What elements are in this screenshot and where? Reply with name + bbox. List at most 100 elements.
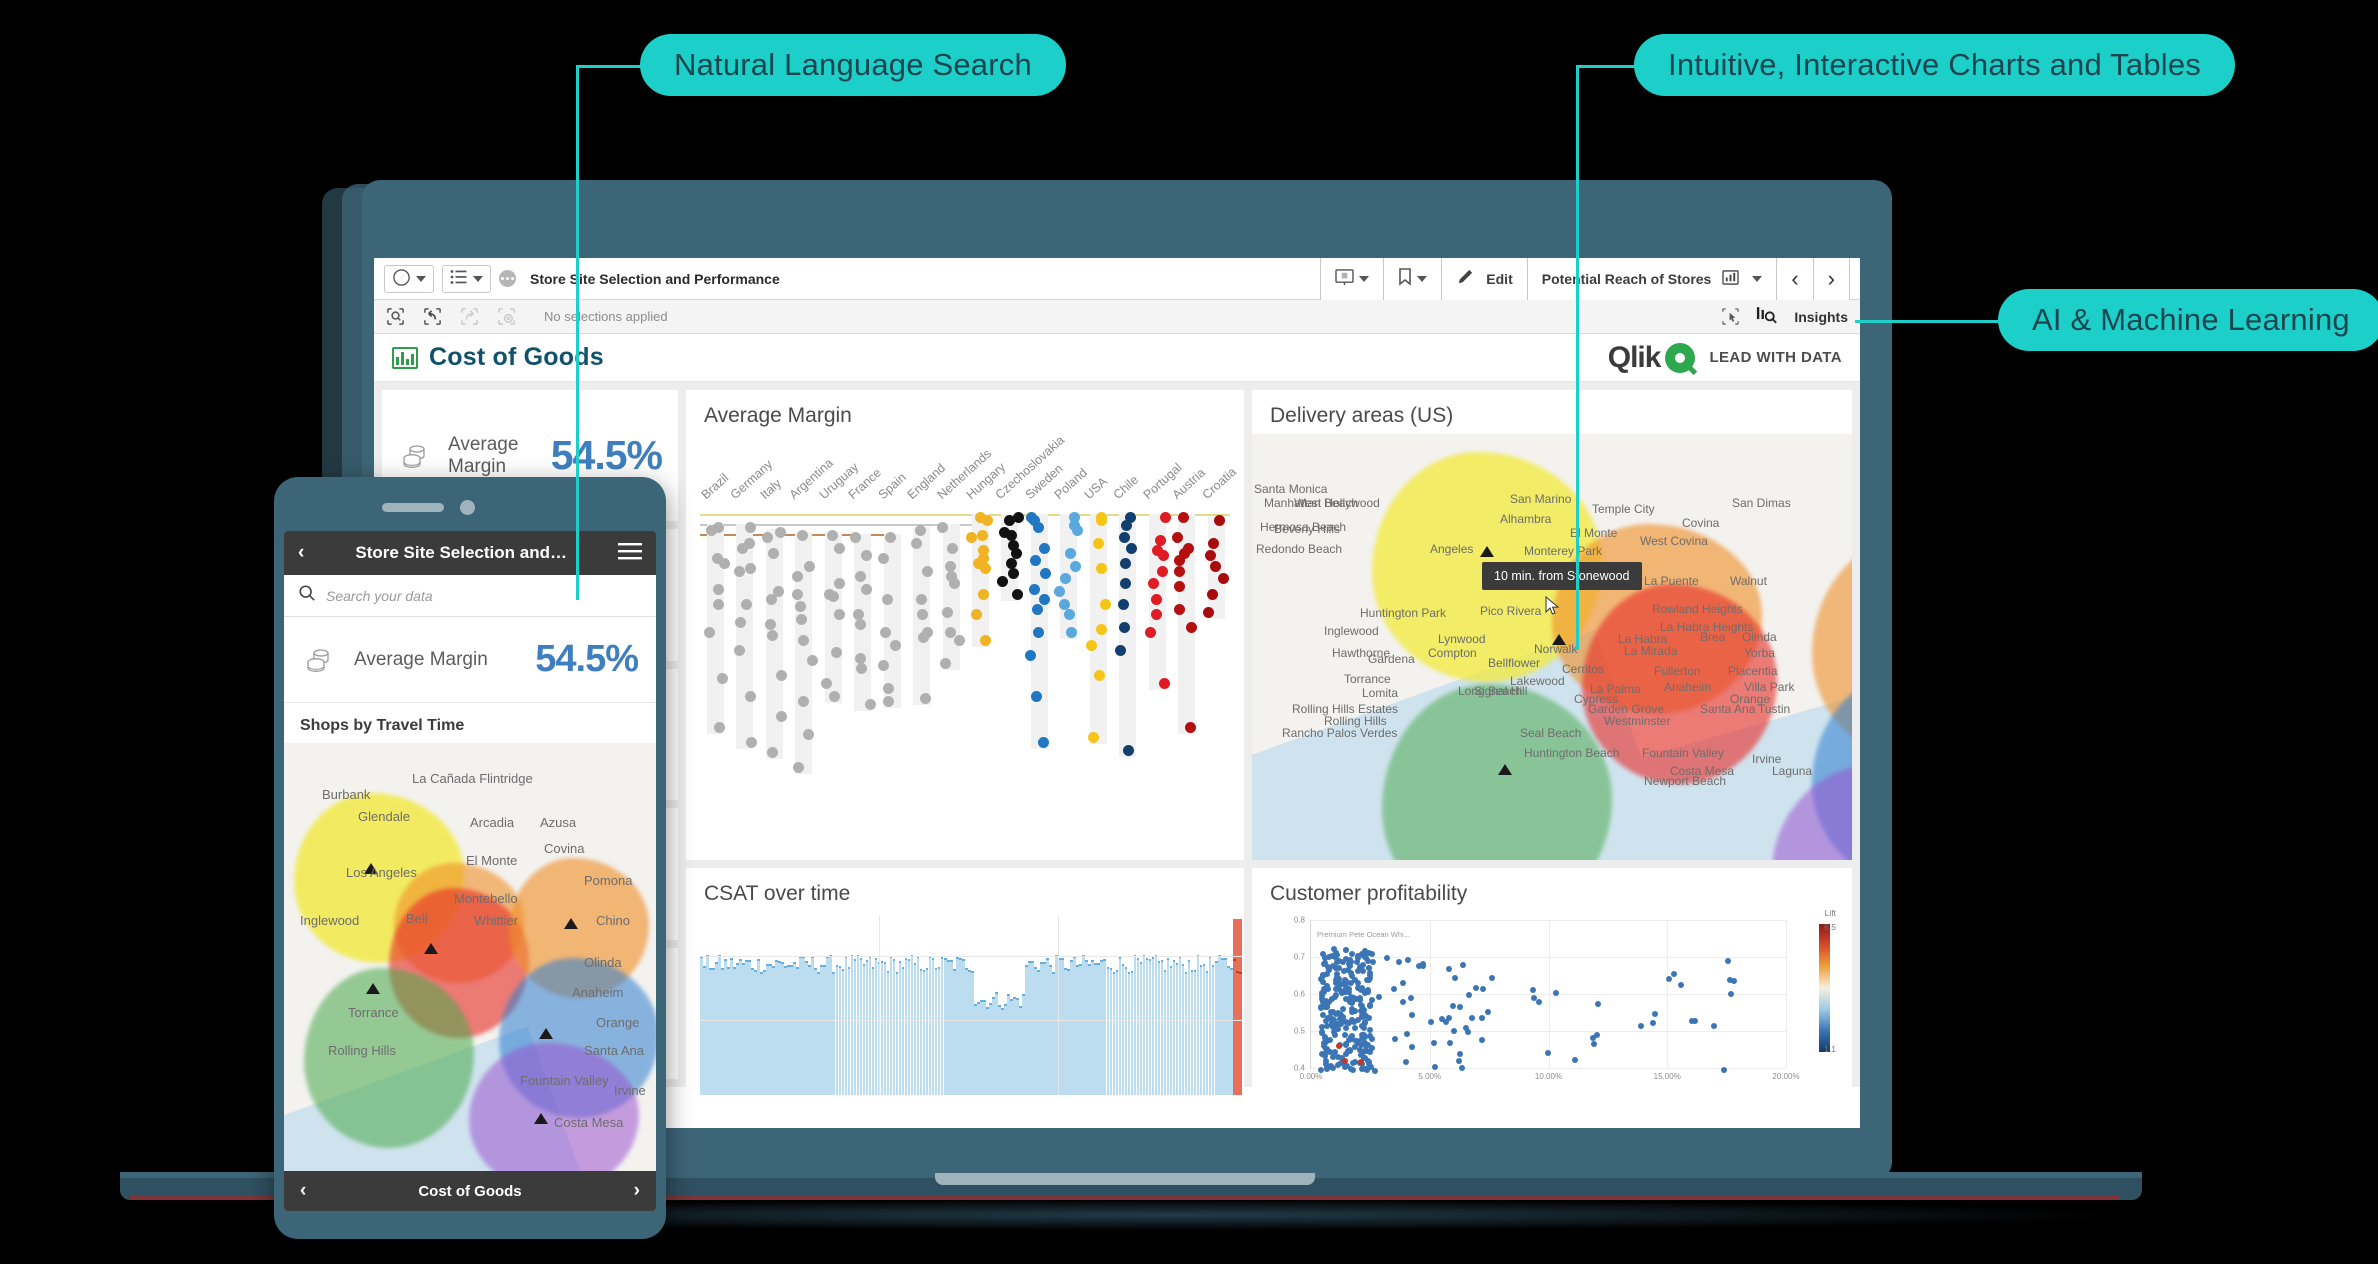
data-point[interactable] (1320, 971, 1327, 978)
data-point[interactable] (1160, 512, 1172, 523)
data-point[interactable] (953, 634, 965, 646)
store-pin[interactable] (366, 983, 380, 994)
data-point[interactable] (1329, 1020, 1336, 1027)
data-point[interactable] (1366, 1001, 1373, 1008)
data-point[interactable] (833, 578, 845, 590)
data-point[interactable] (889, 639, 901, 651)
data-point[interactable] (1488, 974, 1495, 981)
data-point[interactable] (1318, 1005, 1325, 1012)
prev-sheet-button[interactable]: ‹ (1777, 258, 1814, 300)
data-point[interactable] (1207, 588, 1219, 600)
phone-kpi-card[interactable]: Average Margin 54.5% (284, 617, 656, 703)
data-point[interactable] (996, 575, 1008, 587)
data-point[interactable] (1100, 598, 1112, 610)
store-pin[interactable] (1480, 546, 1494, 557)
data-point[interactable] (1404, 956, 1411, 963)
data-point[interactable] (882, 683, 894, 695)
data-point[interactable] (1119, 558, 1131, 569)
data-point[interactable] (1184, 721, 1196, 733)
data-point[interactable] (1710, 1022, 1717, 1029)
bookmark-button[interactable] (1384, 258, 1443, 300)
data-point[interactable] (1590, 1040, 1597, 1047)
next-sheet-button[interactable]: › (1813, 258, 1850, 300)
data-point[interactable] (1326, 953, 1333, 960)
data-point[interactable] (1218, 573, 1230, 585)
data-point[interactable] (1451, 975, 1458, 982)
data-point[interactable] (1349, 950, 1356, 957)
store-pin[interactable] (424, 943, 438, 954)
data-point[interactable] (1121, 519, 1133, 531)
data-point[interactable] (1346, 1048, 1353, 1055)
data-point[interactable] (1460, 961, 1467, 968)
data-point[interactable] (1117, 598, 1129, 610)
store-pin[interactable] (539, 1028, 553, 1039)
data-point[interactable] (1004, 514, 1016, 526)
data-point[interactable] (713, 721, 725, 733)
present-button[interactable] (1320, 258, 1385, 300)
data-point[interactable] (878, 552, 890, 564)
data-point[interactable] (1086, 639, 1098, 651)
data-point[interactable] (1157, 565, 1169, 577)
data-point[interactable] (1157, 550, 1169, 562)
data-point[interactable] (744, 690, 756, 702)
data-point[interactable] (1465, 991, 1472, 998)
data-point[interactable] (1391, 1035, 1398, 1042)
data-point[interactable] (1384, 955, 1391, 962)
data-point[interactable] (1339, 1005, 1346, 1012)
data-point[interactable] (713, 583, 725, 595)
insights-icon[interactable] (1756, 305, 1778, 329)
data-point[interactable] (775, 527, 787, 539)
data-point[interactable] (1361, 1031, 1368, 1038)
data-point[interactable] (1037, 736, 1049, 748)
data-point[interactable] (1092, 537, 1104, 549)
chevron-right-icon[interactable]: › (634, 1180, 640, 1202)
data-point[interactable] (946, 542, 958, 554)
data-point[interactable] (1469, 1015, 1476, 1022)
data-point[interactable] (1210, 560, 1222, 572)
data-point[interactable] (911, 537, 923, 549)
data-point[interactable] (1473, 985, 1480, 992)
data-point[interactable] (1330, 1054, 1337, 1061)
data-point[interactable] (1671, 970, 1678, 977)
data-point[interactable] (775, 711, 787, 723)
data-point[interactable] (1376, 994, 1383, 1001)
step-forward-icon[interactable] (460, 307, 479, 326)
data-point[interactable] (1572, 1056, 1579, 1063)
data-point[interactable] (1336, 1043, 1343, 1050)
data-point[interactable] (1530, 987, 1537, 994)
data-point[interactable] (1725, 958, 1732, 965)
data-point[interactable] (1449, 1002, 1456, 1009)
data-point[interactable] (1325, 998, 1332, 1005)
data-point[interactable] (1318, 989, 1325, 996)
data-point[interactable] (1431, 1064, 1438, 1071)
data-point[interactable] (865, 698, 877, 710)
data-point[interactable] (1025, 650, 1037, 662)
data-point[interactable] (1390, 986, 1397, 993)
data-point[interactable] (1479, 1036, 1486, 1043)
data-point[interactable] (1347, 998, 1354, 1005)
data-point[interactable] (1445, 965, 1452, 972)
data-point[interactable] (1720, 1066, 1727, 1073)
data-point[interactable] (1638, 1022, 1645, 1029)
data-point[interactable] (1040, 568, 1052, 580)
data-point[interactable] (1400, 999, 1407, 1006)
data-point[interactable] (1552, 990, 1559, 997)
data-point[interactable] (1214, 514, 1226, 526)
data-point[interactable] (1408, 1011, 1415, 1018)
data-point[interactable] (1368, 1035, 1375, 1042)
sheet-selector[interactable]: Potential Reach of Stores (1527, 258, 1778, 300)
data-point[interactable] (880, 627, 892, 639)
data-point[interactable] (1652, 1011, 1659, 1018)
data-point[interactable] (1349, 1059, 1356, 1066)
chevron-left-icon[interactable]: ‹ (300, 1180, 306, 1202)
data-point[interactable] (1065, 627, 1077, 639)
data-point[interactable] (976, 529, 988, 541)
data-point[interactable] (980, 563, 992, 575)
data-point[interactable] (1185, 621, 1197, 633)
data-point[interactable] (1367, 1063, 1374, 1070)
store-pin[interactable] (564, 918, 578, 929)
data-point[interactable] (1450, 1028, 1457, 1035)
data-point[interactable] (1365, 977, 1372, 984)
data-point[interactable] (948, 578, 960, 590)
data-point[interactable] (1465, 1029, 1472, 1036)
